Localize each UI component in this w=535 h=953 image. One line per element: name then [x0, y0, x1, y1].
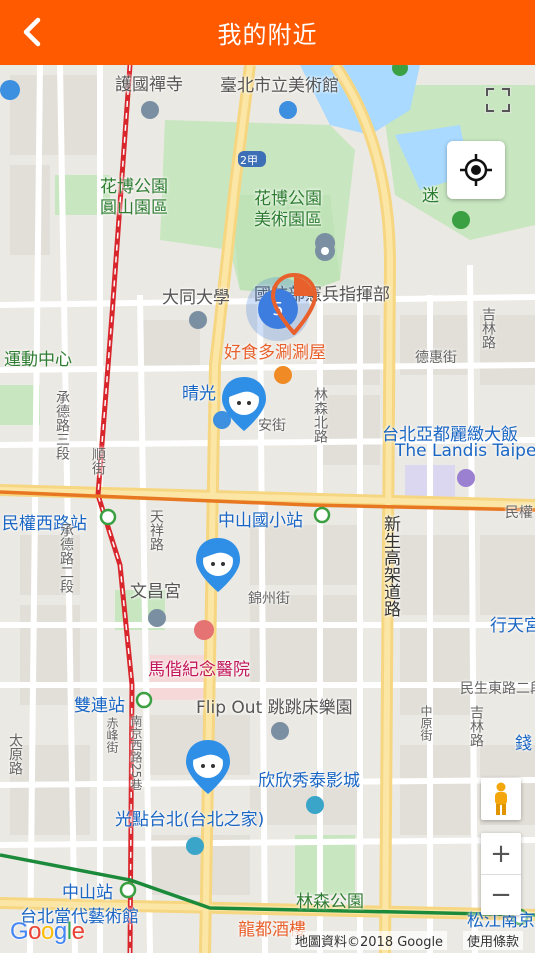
person-pin-icon — [196, 538, 240, 592]
user-pin-3[interactable] — [184, 738, 232, 800]
label-jilin-rd: 吉林路 — [480, 307, 496, 349]
street-view-button[interactable] — [481, 778, 521, 820]
label-minsheng-e-rd: 民生東路二段 — [460, 681, 535, 697]
label-sports-center: 運動中心 — [4, 350, 72, 370]
label-mi: 迷 — [422, 186, 439, 206]
label-qian: 錢 — [515, 734, 532, 754]
label-zhongshan-station: 中山站 — [62, 883, 113, 903]
label-chengde-3: 承德路三段 — [54, 390, 70, 460]
label-nanjing-w-lane: 南京西路25巷 — [129, 715, 143, 791]
terms-of-use-link[interactable]: 使用條款 — [463, 931, 524, 950]
label-tatung-university: 大同大學 — [162, 288, 230, 308]
label-flip-out: Flip Out 跳跳床樂園 — [196, 698, 353, 718]
map-view[interactable]: 護國禪寺 臺北市立美術館 2甲 花博公園 圓山園區 花博公園 美術園區 迷 大同… — [0, 65, 535, 953]
user-pin-1[interactable] — [220, 375, 268, 437]
label-taiyuan-rd: 太原路 — [7, 733, 23, 775]
label-zhongyuan-st: 中原街 — [419, 705, 433, 741]
person-pin-icon — [222, 377, 266, 431]
map-data-attribution: 地圖資料©2018 Google — [291, 931, 448, 950]
label-xinxin-cinema: 欣欣秀泰影城 — [258, 771, 360, 791]
label-huguo: 護國禪寺 — [115, 75, 183, 95]
label-chengde-2: 承德路二段 — [58, 523, 74, 593]
restaurant-pin[interactable] — [270, 272, 318, 339]
my-location-button[interactable] — [447, 141, 505, 199]
label-minquan-rd: 民權 — [505, 505, 533, 521]
label-route-2: 2甲 — [240, 154, 258, 167]
label-hotpot-restaurant: 好食多涮涮屋 — [224, 343, 326, 363]
label-dehui-st: 德惠街 — [415, 350, 457, 366]
label-zhongshan-elem-station: 中山國小站 — [218, 511, 303, 531]
my-location-icon — [460, 154, 492, 186]
label-wenchang-temple: 文昌宮 — [130, 582, 181, 602]
fullscreen-button[interactable] — [477, 79, 519, 121]
person-pin-icon — [186, 740, 230, 794]
app-header: 我的附近 — [0, 0, 535, 65]
back-button[interactable] — [14, 14, 50, 50]
label-flora-yuanshan: 花博公園 圓山園區 — [100, 177, 168, 218]
label-shuanglian-station: 雙連站 — [74, 696, 125, 716]
chevron-left-icon — [23, 17, 41, 47]
label-mackay-hospital: 馬偕紀念醫院 — [148, 660, 250, 680]
pegman-icon — [495, 782, 507, 815]
label-qingshun: 順街 — [90, 447, 106, 475]
zoom-out-button[interactable]: − — [481, 875, 521, 915]
label-xinsheng-elevated: 新生高架道路 — [380, 515, 400, 617]
label-chifeng-st: 赤峰街 — [105, 717, 119, 753]
label-tianxiang-rd: 天祥路 — [148, 509, 164, 551]
label-landis-en: The Landis Taipe — [395, 441, 535, 461]
google-logo: Google — [10, 918, 85, 945]
label-qingguang: 晴光 — [182, 384, 216, 404]
zoom-controls: + − — [481, 833, 521, 915]
fullscreen-icon — [485, 87, 511, 113]
label-linsen-park: 林森公園 — [296, 892, 364, 912]
label-jinzhou-st: 錦州街 — [248, 591, 290, 607]
zoom-in-button[interactable]: + — [481, 834, 521, 875]
label-linsen-n-rd: 林森北路 — [312, 387, 328, 443]
location-pin-icon — [270, 272, 318, 336]
user-pin-2[interactable] — [194, 536, 242, 598]
label-spot-taipei: 光點台北(台北之家) — [115, 810, 265, 830]
label-flora-art: 花博公園 美術園區 — [254, 189, 322, 230]
page-title: 我的附近 — [217, 21, 318, 49]
label-xingtian-temple: 行天宮 — [490, 616, 535, 636]
label-jilin-rd-2: 吉林路 — [468, 705, 484, 747]
label-taipei-art-museum: 臺北市立美術館 — [220, 76, 339, 96]
